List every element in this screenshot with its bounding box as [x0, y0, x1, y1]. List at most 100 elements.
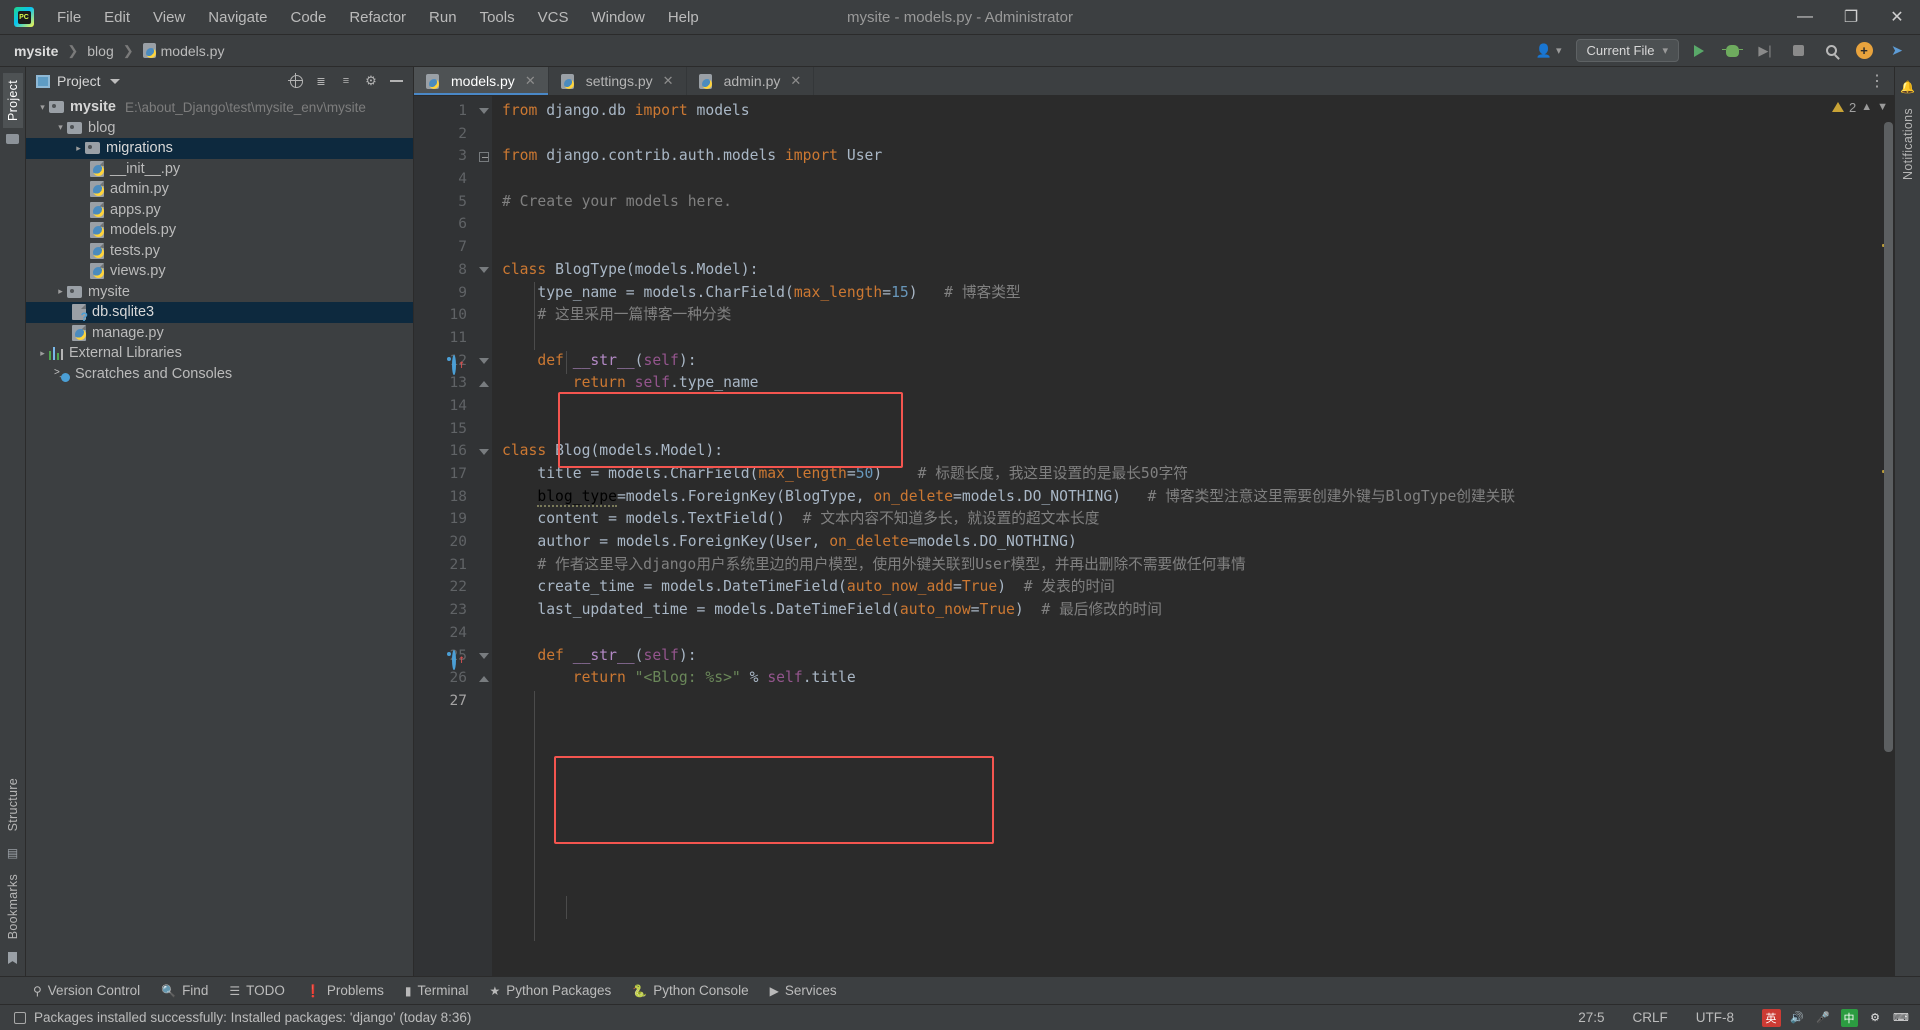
run-method-gutter-icon[interactable]: ↑: [444, 649, 456, 661]
sidebar-tab-notifications[interactable]: Notifications: [1898, 101, 1918, 187]
tree-item-mysite-package[interactable]: mysite: [26, 282, 413, 303]
maximize-button[interactable]: ❐: [1828, 0, 1874, 34]
search-everywhere-button[interactable]: [1818, 39, 1844, 63]
chevron-down-icon[interactable]: [110, 79, 120, 84]
menu-vcs[interactable]: VCS: [527, 4, 580, 31]
speaker-icon[interactable]: 🔊: [1786, 1008, 1808, 1028]
add-configuration-button[interactable]: +: [1851, 39, 1877, 63]
ime-status-icon[interactable]: 英: [1760, 1008, 1782, 1028]
breadcrumb-file[interactable]: models.py: [143, 43, 225, 59]
menu-help[interactable]: Help: [657, 4, 710, 31]
fold-marker[interactable]: [476, 372, 492, 395]
menu-code[interactable]: Code: [279, 4, 337, 31]
tool-window-todo[interactable]: ☰ TODO: [220, 980, 294, 1001]
run-method-gutter-icon[interactable]: ↑: [444, 354, 456, 366]
tree-item-migrations[interactable]: migrations: [26, 138, 413, 159]
ime-mode-icon[interactable]: 中: [1838, 1008, 1860, 1028]
menu-tools[interactable]: Tools: [469, 4, 526, 31]
chevron-up-icon[interactable]: ▲: [1861, 101, 1872, 113]
project-settings-button[interactable]: ⚙: [360, 70, 382, 92]
menu-run[interactable]: Run: [418, 4, 468, 31]
inspection-gutter[interactable]: 2 ▲ ▼: [1876, 96, 1894, 976]
close-icon[interactable]: ✕: [663, 73, 674, 89]
tree-item-models-py[interactable]: models.py: [26, 220, 413, 241]
breadcrumb-folder[interactable]: blog: [87, 43, 113, 59]
tab-settings-py[interactable]: settings.py ✕: [549, 67, 687, 95]
tab-admin-py[interactable]: admin.py ✕: [687, 67, 815, 95]
chevron-down-icon[interactable]: [54, 122, 67, 133]
menu-refactor[interactable]: Refactor: [338, 4, 417, 31]
tree-item-external-libraries[interactable]: External Libraries: [26, 343, 413, 364]
tree-item-scratches-and-consoles[interactable]: Scratches and Consoles: [26, 364, 413, 385]
select-opened-file-button[interactable]: [285, 70, 307, 92]
tree-item-views-py[interactable]: views.py: [26, 261, 413, 282]
caret-position[interactable]: 27:5: [1572, 1008, 1610, 1027]
tree-item-blog[interactable]: blog: [26, 118, 413, 139]
account-button[interactable]: 👤 ▾: [1529, 40, 1569, 62]
fold-marker[interactable]: [476, 667, 492, 690]
fold-marker[interactable]: [476, 259, 492, 282]
tree-item-manage-py[interactable]: manage.py: [26, 323, 413, 344]
run-coverage-button[interactable]: ▶|: [1752, 39, 1778, 63]
chevron-down-icon[interactable]: ▼: [1877, 101, 1888, 113]
close-icon[interactable]: ✕: [525, 73, 536, 89]
tool-window-terminal[interactable]: ▮ Terminal: [396, 980, 478, 1001]
updates-button[interactable]: ➤: [1884, 39, 1910, 63]
file-encoding[interactable]: UTF-8: [1690, 1008, 1740, 1027]
menu-file[interactable]: File: [46, 4, 92, 31]
run-button[interactable]: [1686, 39, 1712, 63]
expand-all-button[interactable]: ≣: [310, 70, 332, 92]
menu-view[interactable]: View: [142, 4, 196, 31]
code-text[interactable]: from django.db import models from django…: [492, 96, 1876, 976]
close-icon[interactable]: ✕: [790, 73, 801, 89]
menu-window[interactable]: Window: [580, 4, 655, 31]
hide-panel-button[interactable]: [385, 70, 407, 92]
fold-marker[interactable]: [476, 350, 492, 373]
menu-navigate[interactable]: Navigate: [197, 4, 278, 31]
fold-marker[interactable]: [476, 100, 492, 123]
mic-icon[interactable]: 🎤: [1812, 1008, 1834, 1028]
keyboard-icon[interactable]: ⌨: [1890, 1008, 1912, 1028]
tool-window-find[interactable]: 🔍 Find: [152, 980, 217, 1001]
code-editor[interactable]: 1 2 3 4 5 6 7 8 9 10 11 ↑: [414, 96, 1894, 976]
chevron-right-icon[interactable]: [54, 286, 67, 297]
tree-item-apps-py[interactable]: apps.py: [26, 200, 413, 221]
chevron-right-icon[interactable]: [72, 143, 85, 154]
fold-marker[interactable]: [476, 145, 492, 168]
sidebar-tab-bookmarks[interactable]: Bookmarks: [3, 867, 23, 946]
editor-scrollbar-thumb[interactable]: [1884, 122, 1893, 752]
collapse-all-button[interactable]: ≡: [335, 70, 357, 92]
code-folding-gutter[interactable]: [476, 96, 492, 976]
tool-window-version-control[interactable]: ⚲ Version Control: [24, 980, 149, 1001]
notifications-bell-icon[interactable]: 🔔: [1900, 80, 1915, 94]
tool-window-python-console[interactable]: 🐍 Python Console: [623, 980, 757, 1001]
debug-button[interactable]: [1719, 39, 1745, 63]
line-separator[interactable]: CRLF: [1626, 1008, 1673, 1027]
chevron-right-icon[interactable]: [36, 348, 49, 359]
code-line-18: blog_type=models.ForeignKey(BlogType, on…: [492, 486, 1876, 509]
tab-models-py[interactable]: models.py ✕: [414, 67, 549, 95]
tree-item-init-py[interactable]: __init__.py: [26, 159, 413, 180]
tree-item-admin-py[interactable]: admin.py: [26, 179, 413, 200]
tool-window-services[interactable]: ▶ Services: [761, 980, 846, 1001]
inspection-summary[interactable]: 2 ▲ ▼: [1832, 96, 1894, 118]
status-message-group[interactable]: Packages installed successfully: Install…: [14, 1010, 471, 1025]
fold-marker[interactable]: [476, 440, 492, 463]
chevron-down-icon[interactable]: [36, 102, 49, 113]
fold-marker[interactable]: [476, 645, 492, 668]
stop-button[interactable]: [1785, 39, 1811, 63]
close-button[interactable]: ✕: [1874, 0, 1920, 34]
minimize-button[interactable]: —: [1782, 0, 1828, 34]
tree-item-db-sqlite3[interactable]: db.sqlite3: [26, 302, 413, 323]
menu-edit[interactable]: Edit: [93, 4, 141, 31]
run-configuration-selector[interactable]: Current File ▾: [1576, 39, 1679, 62]
tree-item-mysite-root[interactable]: mysite E:\about_Django\test\mysite_env\m…: [26, 97, 413, 118]
editor-tab-options-button[interactable]: ⋮: [1860, 67, 1894, 95]
sidebar-tab-project[interactable]: Project: [3, 73, 23, 128]
tool-window-python-packages[interactable]: ★ Python Packages: [480, 980, 620, 1001]
tool-window-problems[interactable]: ❗ Problems: [297, 980, 393, 1001]
sidebar-tab-structure[interactable]: Structure: [3, 771, 23, 838]
settings-tray-icon[interactable]: ⚙: [1864, 1008, 1886, 1028]
tree-item-tests-py[interactable]: tests.py: [26, 241, 413, 262]
breadcrumb-project[interactable]: mysite: [14, 43, 58, 59]
